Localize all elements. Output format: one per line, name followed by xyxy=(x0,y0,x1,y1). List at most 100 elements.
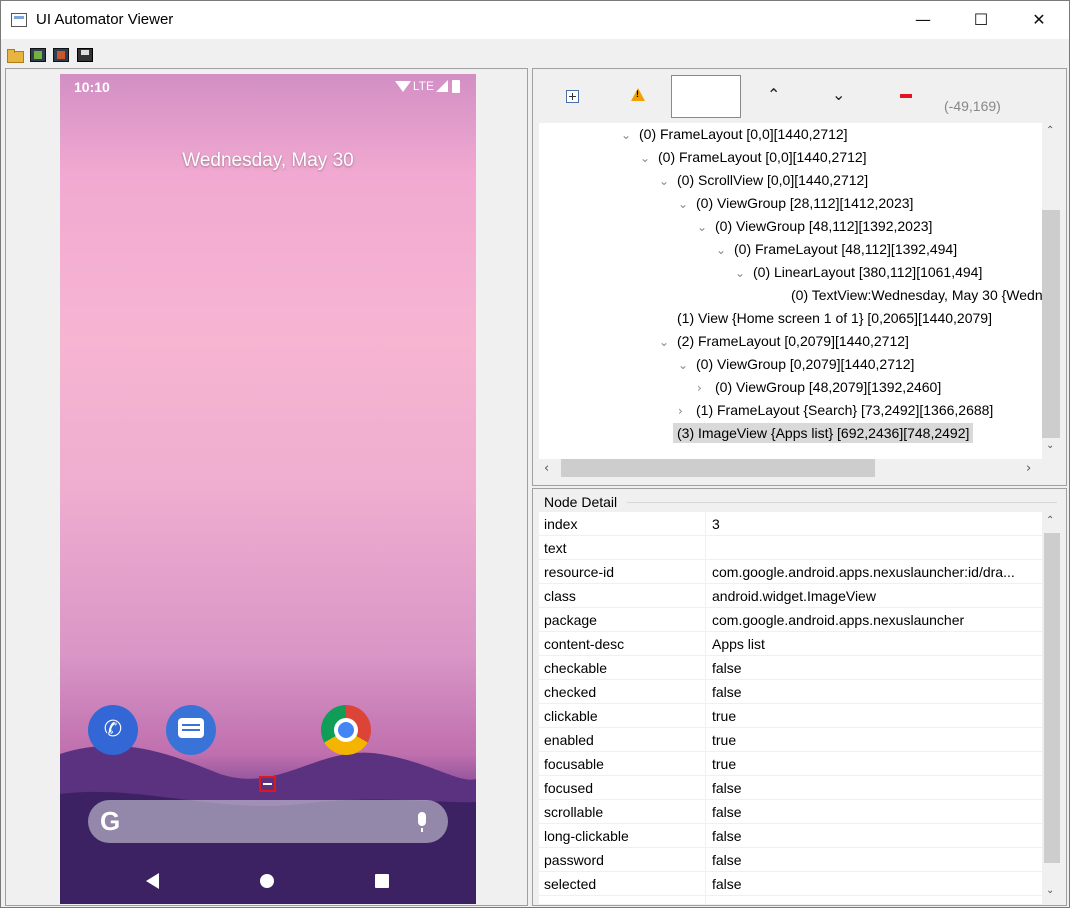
tree-node[interactable]: › (1) FrameLayout {Search} [73,2492][1366… xyxy=(678,399,993,421)
detail-value: false xyxy=(712,660,742,676)
detail-row-enabled[interactable]: enabled true xyxy=(539,728,1042,752)
chevron-down-icon[interactable]: ⌄ xyxy=(697,216,715,238)
google-search-bar[interactable]: G xyxy=(88,800,448,843)
tree-node[interactable]: ⌄ (0) LinearLayout [380,112][1061,494] xyxy=(735,261,982,283)
chevron-right-icon[interactable]: › xyxy=(678,400,696,422)
detail-row-long-clickable[interactable]: long-clickable false xyxy=(539,824,1042,848)
detail-row-index[interactable]: index 3 xyxy=(539,512,1042,536)
device-screenshot-icon[interactable] xyxy=(30,48,46,62)
detail-row-password[interactable]: password false xyxy=(539,848,1042,872)
save-icon[interactable] xyxy=(77,48,93,62)
tree-node-label: (0) ViewGroup [28,112][1412,2023] xyxy=(696,195,914,211)
tree-horizontal-scroll-thumb[interactable] xyxy=(561,459,875,477)
chevron-down-icon[interactable]: ⌄ xyxy=(659,170,677,192)
tree-node[interactable]: ⌄ (0) ViewGroup [28,112][1412,2023] xyxy=(678,192,913,214)
tree-vertical-scroll-thumb[interactable] xyxy=(1042,210,1060,438)
selected-node-highlight xyxy=(259,776,276,792)
detail-key: index xyxy=(544,516,578,532)
toggle-nafs-icon[interactable] xyxy=(900,94,912,98)
tree-node[interactable]: ⌄ (2) FrameLayout [0,2079][1440,2712] xyxy=(659,330,909,352)
detail-row-resource-id[interactable]: resource-id com.google.android.apps.nexus… xyxy=(539,560,1042,584)
expand-all-icon[interactable] xyxy=(566,90,579,103)
detail-key: text xyxy=(544,540,567,556)
detail-value: Apps list xyxy=(712,636,765,652)
battery-icon xyxy=(452,79,460,93)
detail-key: scrollable xyxy=(544,804,604,820)
scroll-right-icon[interactable]: › xyxy=(1026,461,1031,476)
recents-nav-icon[interactable] xyxy=(375,874,389,888)
device-screenshot-compressed-icon[interactable] xyxy=(53,48,69,62)
detail-scroll-down-icon[interactable]: ⌄ xyxy=(1046,885,1054,896)
device-screenshot[interactable]: 10:10 LTE Wednesday, May 30 ✆ G xyxy=(60,74,476,904)
chevron-down-icon[interactable]: ⌄ xyxy=(621,124,639,146)
scroll-left-icon[interactable]: ‹ xyxy=(544,461,549,476)
hierarchy-pane: ⌃ ⌄ (-49,169) ⌄(0) FrameLayout [0,0][144… xyxy=(532,68,1067,486)
tree-node[interactable]: (0) TextView:Wednesday, May 30 {Wedne xyxy=(773,284,1042,306)
chevron-down-icon[interactable]: ⌄ xyxy=(659,331,677,353)
tree-node[interactable]: ⌄ (0) ScrollView [0,0][1440,2712] xyxy=(659,169,868,191)
chevron-down-icon[interactable]: ⌄ xyxy=(832,85,845,104)
home-nav-icon[interactable] xyxy=(260,874,274,888)
detail-key: selected xyxy=(544,876,597,892)
folder-open-icon[interactable] xyxy=(7,48,24,63)
tree-node[interactable]: ⌄ (0) ViewGroup [0,2079][1440,2712] xyxy=(678,353,914,375)
detail-row-scrollable[interactable]: scrollable false xyxy=(539,800,1042,824)
detail-vertical-scroll-thumb[interactable] xyxy=(1044,533,1060,863)
back-nav-icon[interactable] xyxy=(146,873,159,889)
detail-value: com.google.android.apps.nexuslauncher:id… xyxy=(712,564,1015,580)
phone-app-icon[interactable]: ✆ xyxy=(88,705,138,755)
scroll-up-icon[interactable]: ⌃ xyxy=(1046,125,1054,136)
tree-node[interactable]: (3) ImageView {Apps list} [692,2436][748… xyxy=(659,422,974,444)
tree-node[interactable]: ⌄ (0) FrameLayout [0,0][1440,2712] xyxy=(621,123,848,145)
search-input[interactable] xyxy=(671,75,741,118)
screenshot-pane: 10:10 LTE Wednesday, May 30 ✆ G xyxy=(5,68,528,906)
warning-icon[interactable] xyxy=(631,88,645,101)
detail-row-package[interactable]: package com.google.android.apps.nexuslaun… xyxy=(539,608,1042,632)
detail-row-checkable[interactable]: checkable false xyxy=(539,656,1042,680)
tree-node-label: (0) ScrollView [0,0][1440,2712] xyxy=(677,172,869,188)
chevron-up-icon[interactable]: ⌃ xyxy=(767,85,780,104)
tree-node[interactable]: ⌄ (0) FrameLayout [0,0][1440,2712] xyxy=(640,146,867,168)
detail-key: focusable xyxy=(544,756,604,772)
tree-node[interactable]: › (0) ViewGroup [48,2079][1392,2460] xyxy=(697,376,941,398)
messages-app-icon[interactable] xyxy=(166,705,216,755)
detail-value: 3 xyxy=(712,516,720,532)
tree-node-label: (0) ViewGroup [48,112][1392,2023] xyxy=(715,218,933,234)
scroll-down-icon[interactable]: ⌄ xyxy=(1046,440,1054,451)
maximize-button[interactable]: ☐ xyxy=(952,1,1010,39)
chevron-right-icon[interactable]: › xyxy=(697,377,715,399)
tree-node[interactable]: ⌄ (0) FrameLayout [48,112][1392,494] xyxy=(716,238,957,260)
detail-row-class[interactable]: class android.widget.ImageView xyxy=(539,584,1042,608)
tree-node-label: (0) FrameLayout [48,112][1392,494] xyxy=(734,241,958,257)
close-button[interactable]: ✕ xyxy=(1010,1,1068,39)
tree-node[interactable]: (1) View {Home screen 1 of 1} [0,2065][1… xyxy=(659,307,992,329)
detail-value: true xyxy=(712,708,737,724)
detail-row-focused[interactable]: focused false xyxy=(539,776,1042,800)
detail-row-checked[interactable]: checked false xyxy=(539,680,1042,704)
tree-node-label: (3) ImageView {Apps list} [692,2436][748… xyxy=(673,423,974,443)
detail-scroll-up-icon[interactable]: ⌃ xyxy=(1046,515,1054,526)
cursor-coordinates: (-49,169) xyxy=(944,98,1001,114)
chevron-down-icon[interactable]: ⌄ xyxy=(640,147,658,169)
chevron-down-icon[interactable]: ⌄ xyxy=(678,354,696,376)
chrome-app-icon[interactable] xyxy=(321,705,371,755)
signal-icon xyxy=(436,80,448,92)
tree-node[interactable]: ⌄ (0) ViewGroup [48,112][1392,2023] xyxy=(697,215,932,237)
minimize-button[interactable]: — xyxy=(894,1,952,39)
chevron-down-icon[interactable]: ⌄ xyxy=(735,262,753,284)
chevron-down-icon[interactable]: ⌄ xyxy=(716,239,734,261)
detail-row-content-desc[interactable]: content-desc Apps list xyxy=(539,632,1042,656)
mic-icon[interactable] xyxy=(418,812,426,832)
detail-value: false xyxy=(712,684,742,700)
detail-row-clickable[interactable]: clickable true xyxy=(539,704,1042,728)
detail-row-focusable[interactable]: focusable true xyxy=(539,752,1042,776)
detail-key: checkable xyxy=(544,660,608,676)
detail-row-text[interactable]: text xyxy=(539,536,1042,560)
google-logo: G xyxy=(100,806,121,836)
chevron-down-icon[interactable]: ⌄ xyxy=(678,193,696,215)
detail-row-selected[interactable]: selected false xyxy=(539,872,1042,896)
node-detail-table[interactable]: index 3 text resource-id com.google.android.… xyxy=(539,512,1042,904)
detail-value: com.google.android.apps.nexuslauncher xyxy=(712,612,965,628)
hierarchy-tree[interactable]: ⌄ (0) FrameLayout [0,0][1440,2712] ⌄ (0) Fr… xyxy=(539,123,1042,459)
detail-key: long-clickable xyxy=(544,828,629,844)
